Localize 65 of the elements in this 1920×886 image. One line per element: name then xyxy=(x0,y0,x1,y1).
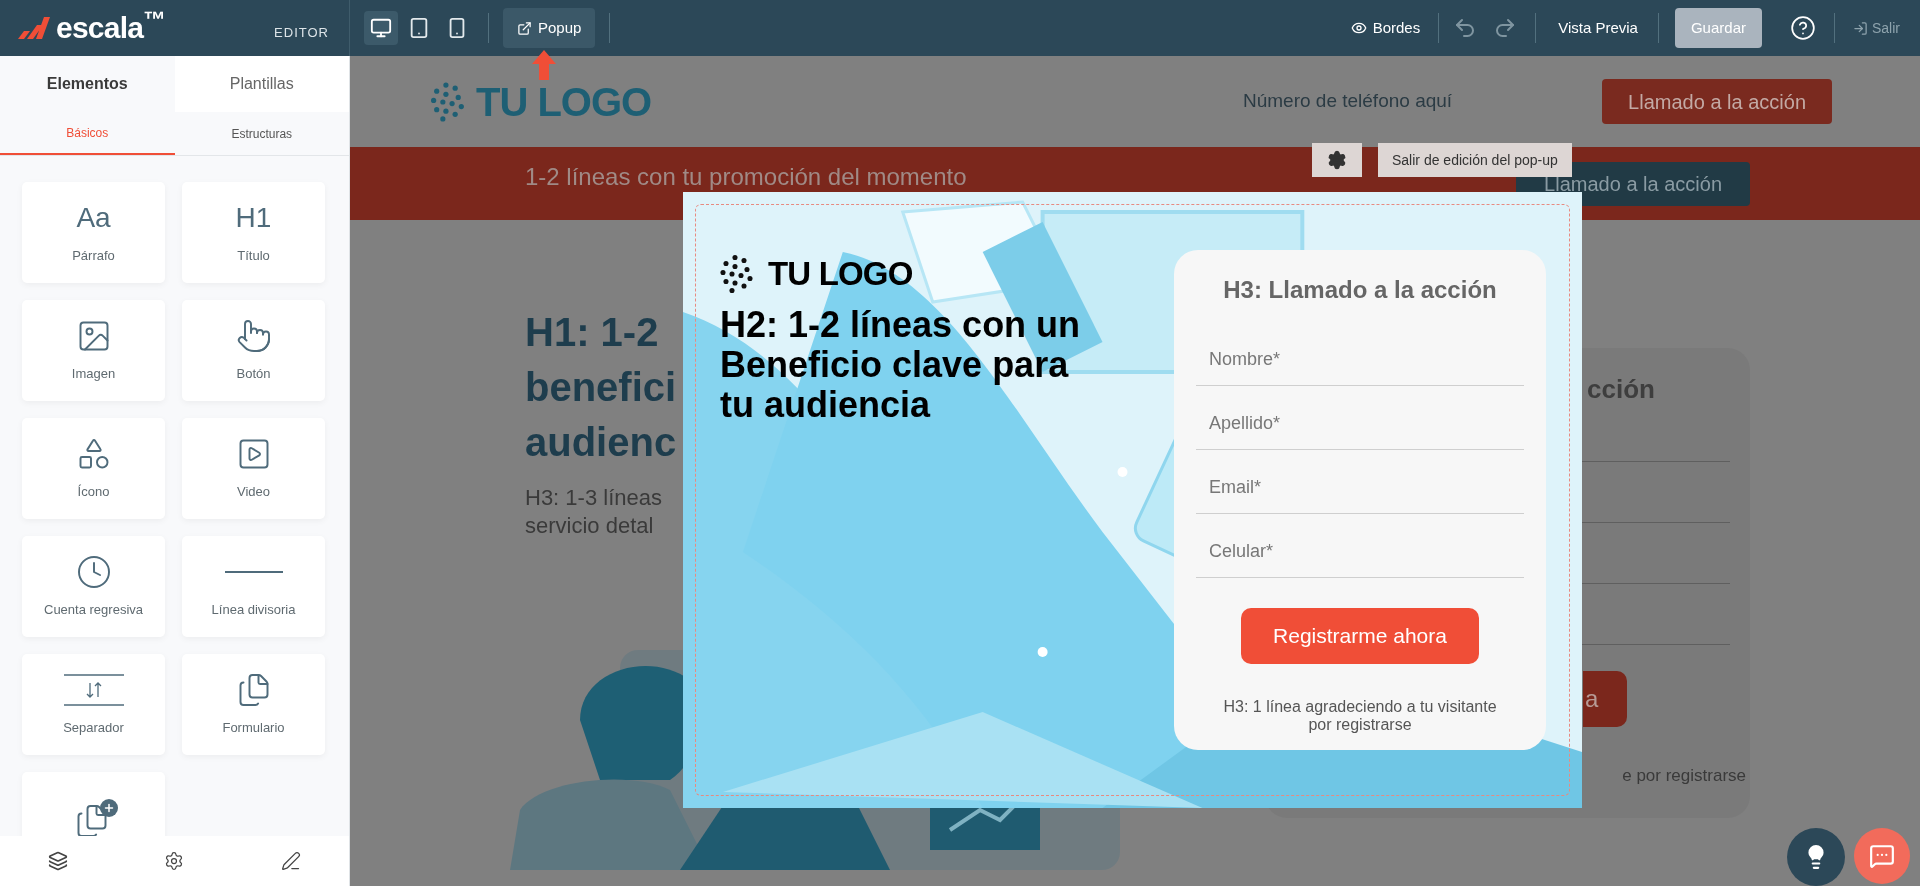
element-card[interactable]: Ícono xyxy=(22,418,165,519)
element-card[interactable]: Imagen xyxy=(22,300,165,401)
element-card[interactable]: H1 Título xyxy=(182,182,325,283)
brand-name: escala$^{™}$ xyxy=(56,13,165,43)
page-logo-text: TU LOGO xyxy=(476,78,652,126)
preview-button[interactable]: Vista Previa xyxy=(1554,16,1642,40)
popup-form-note: H3: 1 línea agradeciendo a tu visitante por registrarse xyxy=(1222,698,1498,734)
divider-line-icon xyxy=(224,570,283,573)
popup-logo-text: TU LOGO xyxy=(768,254,913,294)
hero-title-line: benefici xyxy=(525,364,677,411)
element-card[interactable]: Formulario xyxy=(182,654,325,755)
element-card[interactable]: Botón xyxy=(182,300,325,401)
register-button[interactable]: Registrarme ahora xyxy=(1241,608,1479,664)
form-submit-button[interactable]: a xyxy=(1583,671,1627,727)
hero-title-line: H1: 1-2 xyxy=(525,309,659,356)
separator-icon xyxy=(63,671,124,708)
element-card[interactable]: Línea divisoria xyxy=(182,536,325,637)
eye-icon xyxy=(1350,20,1367,36)
form-note-text: e por registrarse xyxy=(1622,765,1746,787)
input-field[interactable]: Apellido* xyxy=(1196,386,1524,450)
element-card[interactable]: Separador xyxy=(22,654,165,755)
hero-title-line: audienc xyxy=(525,419,677,466)
layers-icon[interactable] xyxy=(48,851,69,871)
clock-icon xyxy=(75,553,112,590)
pen-icon[interactable] xyxy=(280,851,301,871)
monitor-icon xyxy=(370,17,392,39)
popup-settings-button[interactable] xyxy=(1312,143,1362,177)
element-glyph: H1 xyxy=(235,200,272,235)
input-field[interactable]: Celular* xyxy=(1196,514,1524,578)
element-glyph: Aa xyxy=(76,200,111,235)
device-button[interactable] xyxy=(364,11,398,45)
popup-form-title: H3: Llamado a la acción xyxy=(1223,275,1497,305)
sidebar-tab[interactable]: Plantillas xyxy=(174,56,349,112)
pointer-arrow-icon xyxy=(532,50,556,80)
logo-mark-icon xyxy=(720,253,756,294)
pointer-hand-icon xyxy=(235,317,272,354)
element-card[interactable]: Video xyxy=(182,418,325,519)
external-link-icon xyxy=(517,20,532,36)
popup-headline: H2: 1-2 líneas con un Beneficio clave para tu audiencia xyxy=(720,304,1081,425)
input-field[interactable]: Nombre* xyxy=(1196,322,1524,386)
form-title-text: cción xyxy=(1587,373,1655,406)
help-icon[interactable] xyxy=(1790,15,1816,41)
exit-button[interactable]: Salir xyxy=(1853,17,1900,39)
element-card[interactable]: Aa Párrafo xyxy=(22,182,165,283)
tips-button[interactable] xyxy=(1787,828,1845,886)
sidebar-subtab[interactable]: Estructuras xyxy=(174,112,349,155)
header-cta-button[interactable]: Llamado a la acción xyxy=(1602,79,1832,124)
chat-icon xyxy=(1869,843,1895,869)
borders-toggle[interactable]: Bordes xyxy=(1346,16,1425,40)
mode-label: EDITOR xyxy=(274,24,329,43)
hero-subtitle-line: H3: 1-3 líneas xyxy=(525,484,662,512)
exit-icon xyxy=(1853,20,1868,36)
phone-text: Número de teléfono aquí xyxy=(1242,89,1453,114)
chat-button[interactable] xyxy=(1854,828,1910,884)
exit-popup-button[interactable]: Salir de edición del pop-up xyxy=(1378,143,1572,177)
settings-icon[interactable] xyxy=(164,851,185,871)
logo-mark-icon xyxy=(18,17,50,39)
sidebar-subtab[interactable]: Básicos xyxy=(0,112,175,155)
promo-text: 1-2 líneas con tu promoción del momento xyxy=(525,162,967,192)
tablet-icon xyxy=(408,17,430,39)
settings-icon xyxy=(1327,150,1347,170)
input-field[interactable]: Email* xyxy=(1196,450,1524,514)
popup-button[interactable]: Popup xyxy=(503,8,596,48)
hero-subtitle-line: servicio detal xyxy=(525,512,654,540)
element-card[interactable]: Cuenta regresiva xyxy=(22,536,165,637)
